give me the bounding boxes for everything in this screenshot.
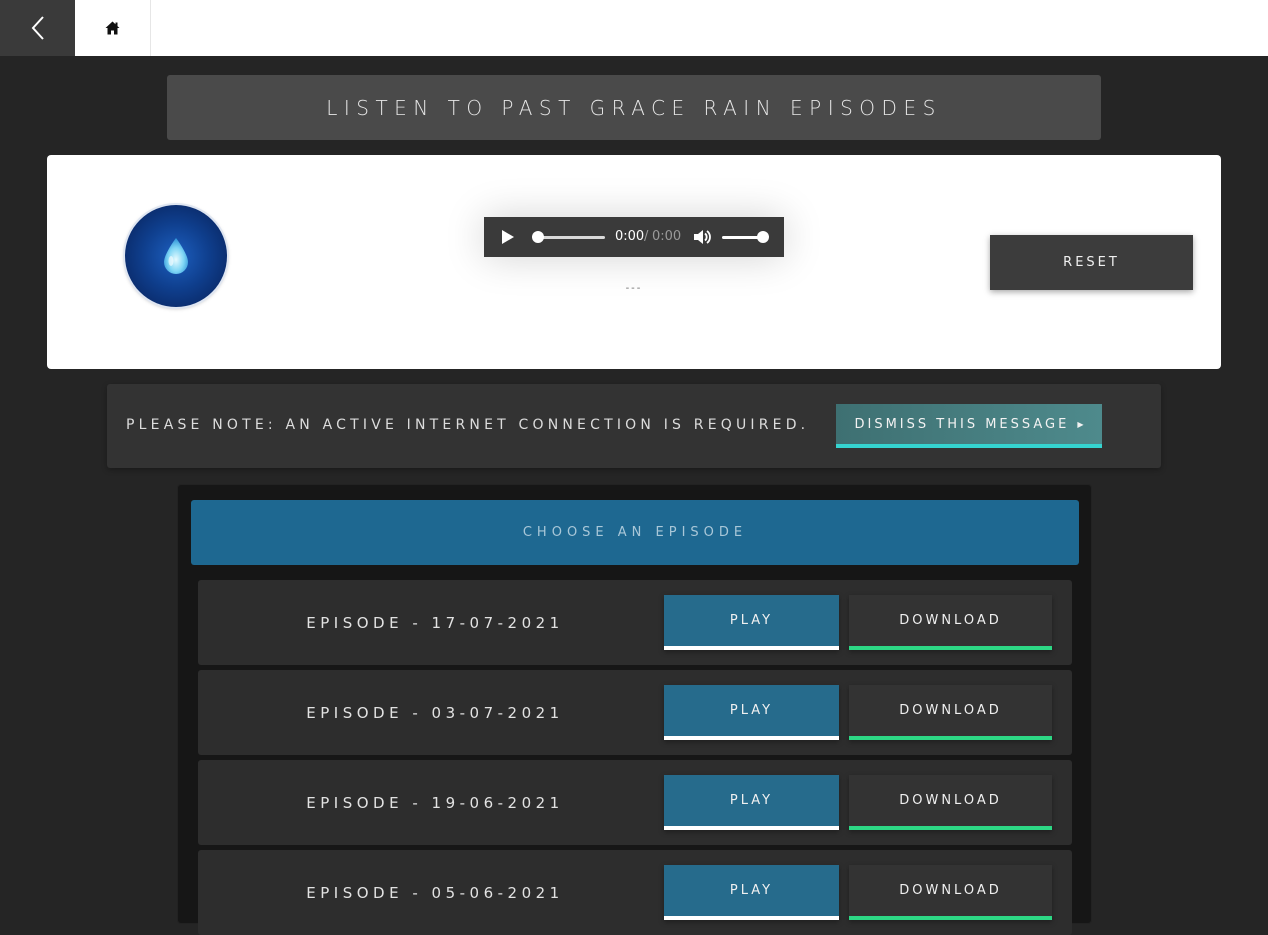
download-button[interactable]: DOWNLOAD	[849, 775, 1052, 830]
reset-button[interactable]: RESET	[990, 235, 1193, 290]
back-button[interactable]	[0, 0, 75, 56]
dismiss-button[interactable]: DISMISS THIS MESSAGE ▶	[836, 404, 1102, 448]
episode-title: EPISODE - 17-07-2021	[306, 613, 564, 632]
episodes-header-label: CHOOSE AN EPISODE	[522, 525, 748, 540]
duration: 0:00	[652, 229, 682, 244]
play-button[interactable]: PLAY	[664, 595, 839, 650]
volume-handle[interactable]	[757, 231, 769, 243]
top-bar	[0, 0, 1268, 56]
caret-right-icon: ▶	[1077, 419, 1084, 429]
volume-icon[interactable]	[693, 228, 711, 246]
current-time: 0:00	[615, 229, 645, 244]
connection-notice: PLEASE NOTE: AN ACTIVE INTERNET CONNECTI…	[107, 384, 1161, 468]
page-title-banner: LISTEN TO PAST GRACE RAIN EPISODES	[167, 75, 1101, 140]
play-button[interactable]: PLAY	[664, 775, 839, 830]
play-button[interactable]: PLAY	[664, 685, 839, 740]
play-icon[interactable]	[500, 229, 516, 245]
download-button[interactable]: DOWNLOAD	[849, 865, 1052, 920]
home-icon	[105, 21, 120, 35]
time-separator: /	[644, 229, 649, 244]
episode-row: EPISODE - 17-07-2021 PLAY DOWNLOAD	[198, 580, 1072, 665]
episode-title: EPISODE - 19-06-2021	[306, 793, 564, 812]
seek-slider[interactable]	[532, 231, 605, 243]
dismiss-label: DISMISS THIS MESSAGE	[854, 416, 1070, 432]
chevron-left-icon	[31, 16, 44, 40]
download-button[interactable]: DOWNLOAD	[849, 685, 1052, 740]
episode-row: EPISODE - 03-07-2021 PLAY DOWNLOAD	[198, 670, 1072, 755]
episode-title: EPISODE - 03-07-2021	[306, 703, 564, 722]
episodes-header: CHOOSE AN EPISODE	[191, 500, 1079, 565]
volume-slider[interactable]	[722, 231, 769, 243]
episode-title: EPISODE - 05-06-2021	[306, 883, 564, 902]
page-title: LISTEN TO PAST GRACE RAIN EPISODES	[326, 95, 942, 120]
notice-text: PLEASE NOTE: AN ACTIVE INTERNET CONNECTI…	[126, 417, 810, 433]
seek-handle[interactable]	[532, 231, 544, 243]
player-card: 0:00 / 0:00 --- RESET	[47, 155, 1221, 369]
episode-row: EPISODE - 05-06-2021 PLAY DOWNLOAD	[198, 850, 1072, 935]
play-button[interactable]: PLAY	[664, 865, 839, 920]
now-playing-label: ---	[625, 283, 643, 294]
episodes-panel: CHOOSE AN EPISODE EPISODE - 17-07-2021 P…	[177, 484, 1092, 935]
episode-row: EPISODE - 19-06-2021 PLAY DOWNLOAD	[198, 760, 1072, 845]
home-button[interactable]	[75, 0, 151, 56]
audio-player: 0:00 / 0:00	[484, 217, 784, 257]
download-button[interactable]: DOWNLOAD	[849, 595, 1052, 650]
logo	[125, 205, 227, 307]
water-drop-icon	[164, 238, 188, 274]
